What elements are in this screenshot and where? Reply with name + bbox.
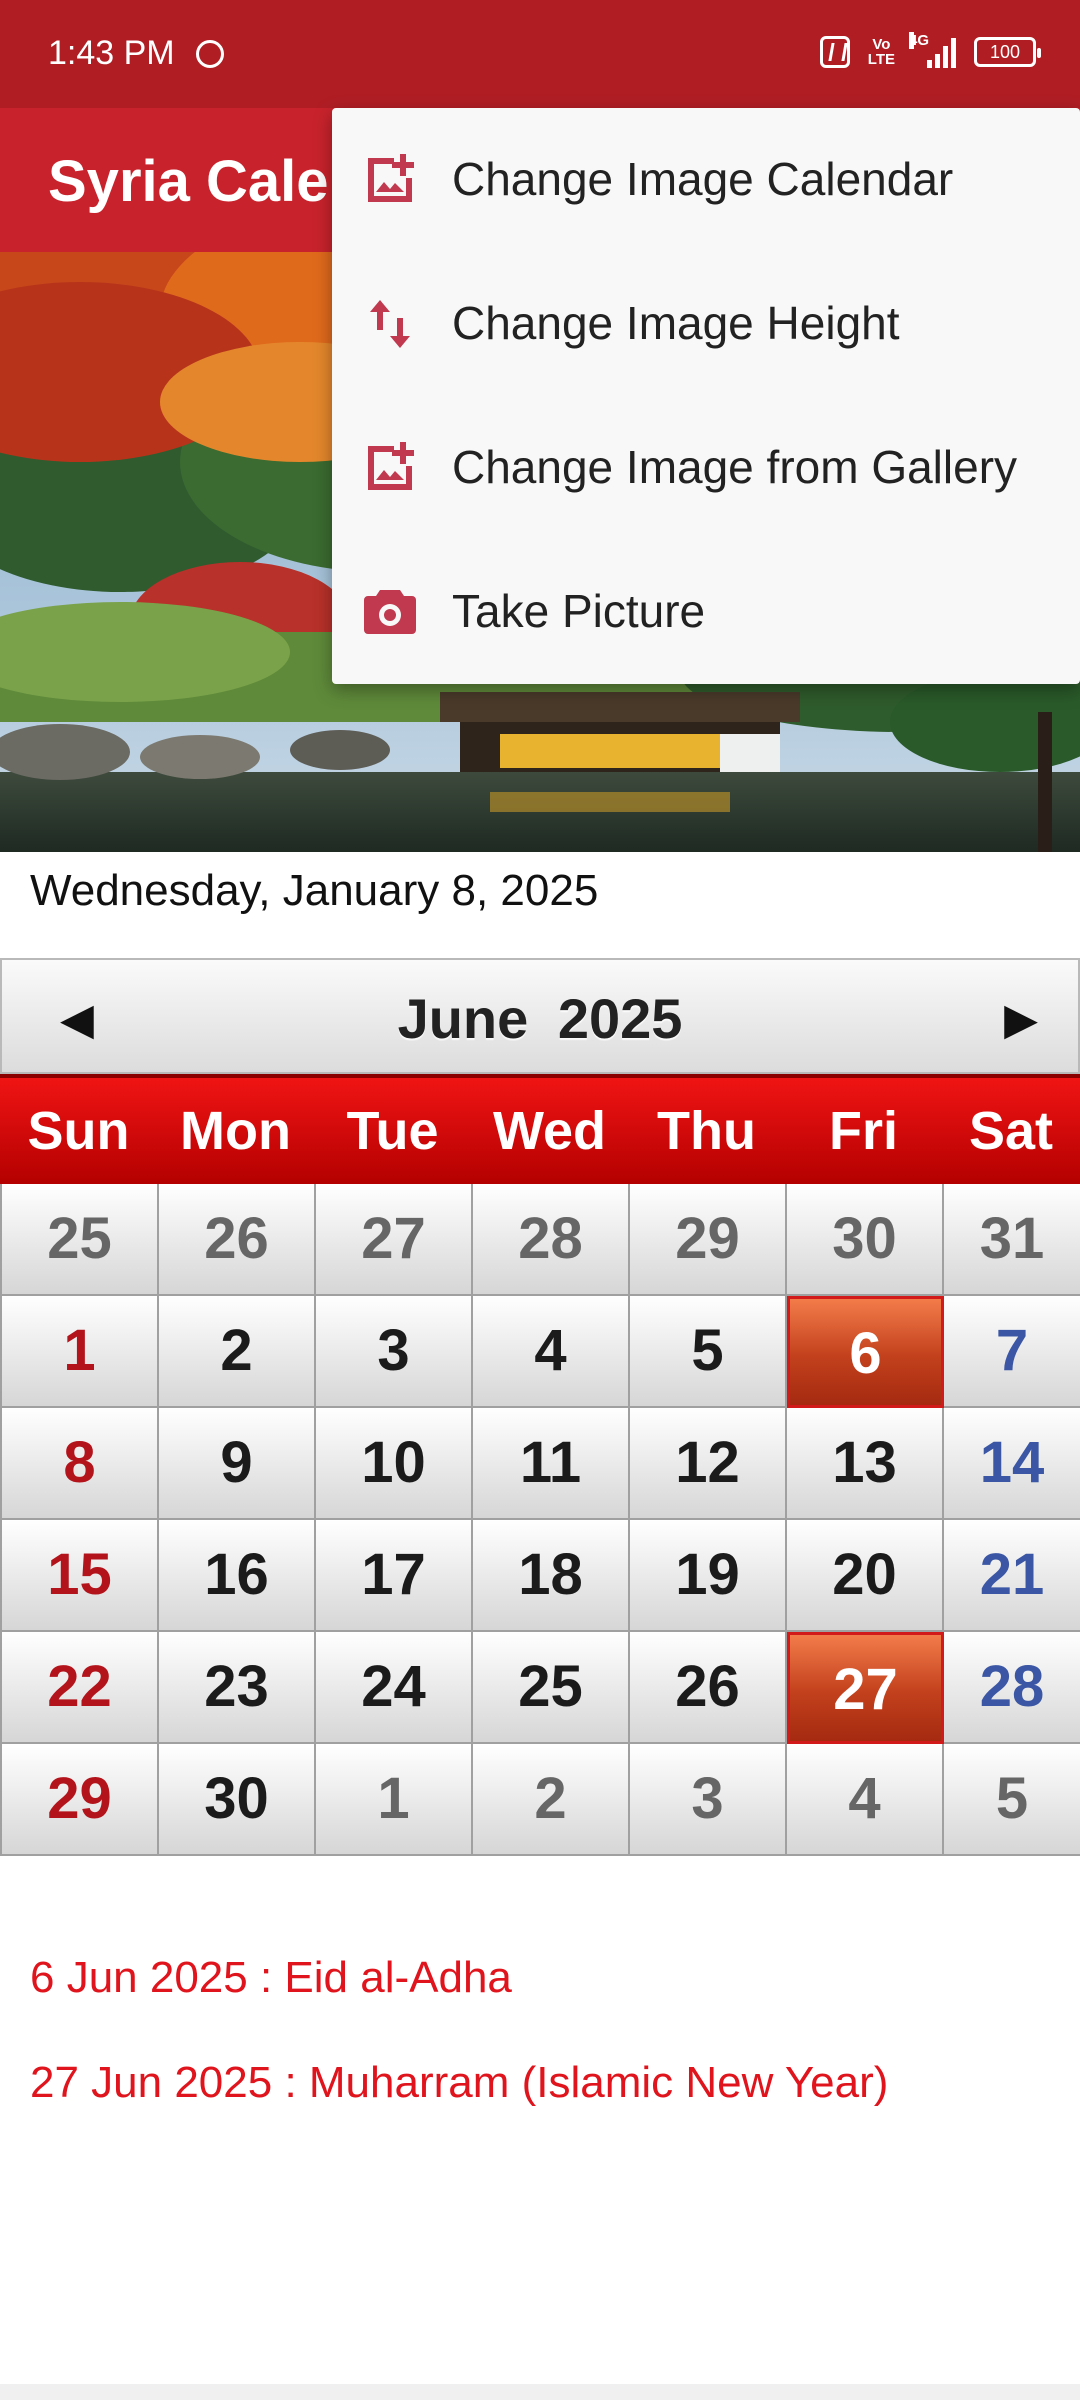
day-cell[interactable]: 19 — [630, 1520, 787, 1632]
day-cell[interactable]: 15 — [2, 1520, 159, 1632]
day-cell[interactable]: 3 — [316, 1296, 473, 1408]
day-cell[interactable]: 9 — [159, 1408, 316, 1520]
day-cell[interactable]: 28 — [473, 1184, 630, 1296]
day-cell[interactable]: 29 — [630, 1184, 787, 1296]
day-cell[interactable]: 5 — [630, 1296, 787, 1408]
day-cell[interactable]: 4 — [787, 1744, 944, 1856]
volte-bottom-label: LTE — [867, 51, 895, 68]
day-cell[interactable]: 28 — [944, 1632, 1080, 1744]
menu-item-label: Change Image Height — [452, 297, 900, 349]
nfc-icon — [819, 36, 850, 68]
weekday-mon: Mon — [180, 1101, 291, 1161]
day-cell[interactable]: 23 — [159, 1632, 316, 1744]
day-cell[interactable]: 22 — [2, 1632, 159, 1744]
day-cell[interactable]: 18 — [473, 1520, 630, 1632]
day-cell[interactable]: 13 — [787, 1408, 944, 1520]
overflow-menu: Change Image Calendar Change Image Heigh… — [332, 108, 1080, 684]
day-cell[interactable]: 5 — [944, 1744, 1080, 1856]
status-bar: 1:43 PM Vo LTE 4G 100 — [0, 0, 1080, 108]
signal-icon: 4G — [909, 32, 956, 68]
swap-vertical-icon — [370, 300, 410, 348]
day-cell[interactable]: 21 — [944, 1520, 1080, 1632]
menu-item-take-picture[interactable]: Take Picture — [332, 540, 1080, 684]
next-month-icon[interactable]: ▶ — [1004, 994, 1038, 1045]
day-cell[interactable]: 25 — [473, 1632, 630, 1744]
day-cell[interactable]: 27 — [316, 1184, 473, 1296]
day-cell[interactable]: 14 — [944, 1408, 1080, 1520]
day-cell[interactable]: 16 — [159, 1520, 316, 1632]
weekday-row: Sun Mon Tue Wed Thu Fri Sat — [0, 1074, 1080, 1184]
weekday-fri: Fri — [828, 1101, 898, 1161]
day-cell[interactable]: 31 — [944, 1184, 1080, 1296]
day-cell[interactable]: 25 — [2, 1184, 159, 1296]
day-cell[interactable]: 8 — [2, 1408, 159, 1520]
menu-item-label: Change Image Calendar — [452, 153, 954, 205]
day-cell[interactable]: 30 — [159, 1744, 316, 1856]
day-grid: 25 26 27 28 29 30 31 1 2 3 4 5 6 7 8 9 1… — [0, 1184, 1080, 1856]
weekday-sun: Sun — [27, 1101, 130, 1161]
day-cell[interactable]: 29 — [2, 1744, 159, 1856]
menu-item-change-image-height[interactable]: Change Image Height — [332, 252, 1080, 396]
notification-face-icon — [196, 40, 224, 68]
day-cell[interactable]: 2 — [159, 1296, 316, 1408]
day-cell[interactable]: 26 — [630, 1632, 787, 1744]
holiday-item: 6 Jun 2025 : Eid al-Adha — [30, 1953, 512, 2002]
day-cell[interactable]: 12 — [630, 1408, 787, 1520]
menu-item-label: Change Image from Gallery — [452, 441, 1018, 493]
day-cell[interactable]: 10 — [316, 1408, 473, 1520]
day-cell[interactable]: 11 — [473, 1408, 630, 1520]
battery-icon: 100 — [974, 37, 1041, 67]
weekday-thu: Thu — [657, 1101, 756, 1161]
holiday-day-cell[interactable]: 27 — [787, 1632, 944, 1744]
weekday-tue: Tue — [346, 1101, 439, 1161]
day-cell[interactable]: 7 — [944, 1296, 1080, 1408]
holiday-day-cell[interactable]: 6 — [787, 1296, 944, 1408]
camera-icon — [364, 590, 416, 634]
image-icon — [368, 154, 414, 202]
day-cell[interactable]: 20 — [787, 1520, 944, 1632]
network-type-label: 4G — [909, 32, 930, 49]
day-cell[interactable]: 1 — [316, 1744, 473, 1856]
navigation-bar — [0, 2384, 1080, 2400]
day-cell[interactable]: 17 — [316, 1520, 473, 1632]
status-icons: Vo LTE 4G 100 — [819, 32, 1041, 68]
battery-level: 100 — [989, 41, 1021, 62]
calendar: ◀ June 2025 ▶ Sun Mon Tue Wed Thu Fri Sa… — [0, 958, 1080, 1856]
day-cell[interactable]: 26 — [159, 1184, 316, 1296]
holiday-list: 6 Jun 2025 : Eid al-Adha 27 Jun 2025 : M… — [30, 1948, 888, 2158]
menu-item-label: Take Picture — [452, 585, 706, 637]
month-title: June 2025 — [397, 987, 683, 1050]
menu-item-change-image-calendar[interactable]: Change Image Calendar — [332, 108, 1080, 252]
menu-item-change-image-from-gallery[interactable]: Change Image from Gallery — [332, 396, 1080, 540]
day-cell[interactable]: 2 — [473, 1744, 630, 1856]
day-cell[interactable]: 1 — [2, 1296, 159, 1408]
status-time: 1:43 PM — [48, 34, 175, 72]
weekday-wed: Wed — [492, 1101, 606, 1161]
today-date: Wednesday, January 8, 2025 — [30, 866, 599, 915]
volte-icon: Vo LTE — [868, 37, 895, 67]
image-icon — [368, 442, 414, 490]
day-cell[interactable]: 4 — [473, 1296, 630, 1408]
day-cell[interactable]: 24 — [316, 1632, 473, 1744]
day-cell[interactable]: 30 — [787, 1184, 944, 1296]
weekday-sat: Sat — [968, 1101, 1054, 1161]
holiday-item: 27 Jun 2025 : Muharram (Islamic New Year… — [30, 2058, 889, 2107]
day-cell[interactable]: 3 — [630, 1744, 787, 1856]
month-header: ◀ June 2025 ▶ — [0, 958, 1080, 1074]
